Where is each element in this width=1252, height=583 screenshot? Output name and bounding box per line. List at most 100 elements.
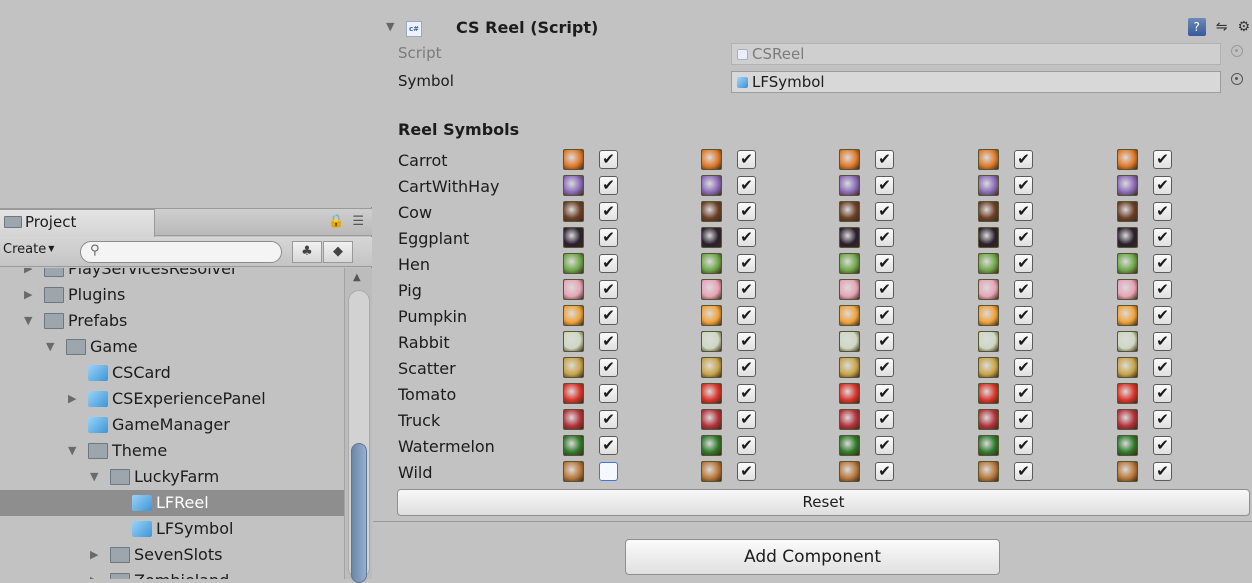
symbol-checkbox[interactable]: ✔ — [737, 306, 756, 325]
expanded-arrow-icon[interactable]: ▼ — [24, 308, 32, 334]
symbol-checkbox[interactable]: ✔ — [875, 358, 894, 377]
symbol-checkbox[interactable]: ✔ — [1153, 228, 1172, 247]
symbol-checkbox[interactable]: ✔ — [737, 384, 756, 403]
symbol-checkbox[interactable]: ✔ — [599, 384, 618, 403]
expanded-arrow-icon[interactable]: ▼ — [46, 334, 54, 360]
symbol-checkbox[interactable]: ✔ — [1014, 358, 1033, 377]
tree-item[interactable]: ▼ Prefabs — [0, 308, 345, 334]
symbol-checkbox[interactable]: ✔ — [737, 462, 756, 481]
symbol-checkbox[interactable]: ✔ — [737, 150, 756, 169]
layout-icon[interactable]: ⇋ — [1216, 19, 1228, 35]
symbol-checkbox[interactable]: ✔ — [599, 462, 618, 481]
object-picker-icon[interactable] — [1231, 73, 1243, 85]
symbol-checkbox[interactable]: ✔ — [599, 280, 618, 299]
symbol-checkbox[interactable]: ✔ — [1014, 254, 1033, 273]
symbol-checkbox[interactable]: ✔ — [737, 410, 756, 429]
symbol-checkbox[interactable]: ✔ — [599, 306, 618, 325]
symbol-checkbox[interactable]: ✔ — [737, 436, 756, 455]
tree-item[interactable]: ▼ Theme — [0, 438, 345, 464]
gear-icon[interactable]: ⚙ — [1237, 19, 1250, 35]
symbol-checkbox[interactable]: ✔ — [875, 228, 894, 247]
symbol-checkbox[interactable]: ✔ — [599, 202, 618, 221]
symbol-checkbox[interactable]: ✔ — [1014, 462, 1033, 481]
symbol-checkbox[interactable]: ✔ — [599, 436, 618, 455]
lock-icon[interactable]: 🔒 ☰ — [328, 214, 366, 229]
symbol-checkbox[interactable]: ✔ — [875, 436, 894, 455]
symbol-checkbox[interactable]: ✔ — [1153, 254, 1172, 273]
symbol-checkbox[interactable]: ✔ — [875, 410, 894, 429]
symbol-checkbox[interactable]: ✔ — [1014, 202, 1033, 221]
expanded-arrow-icon[interactable]: ▼ — [90, 464, 98, 490]
scroll-thumb[interactable] — [351, 443, 367, 583]
symbol-checkbox[interactable]: ✔ — [875, 462, 894, 481]
symbol-checkbox[interactable]: ✔ — [875, 202, 894, 221]
tab-project[interactable]: Project — [0, 209, 155, 237]
add-component-button[interactable]: Add Component — [625, 539, 1000, 575]
symbol-checkbox[interactable]: ✔ — [1014, 384, 1033, 403]
symbol-checkbox[interactable]: ✔ — [1014, 150, 1033, 169]
symbol-checkbox[interactable]: ✔ — [599, 228, 618, 247]
symbol-checkbox[interactable]: ✔ — [1014, 280, 1033, 299]
symbol-checkbox[interactable]: ✔ — [599, 150, 618, 169]
symbol-checkbox[interactable]: ✔ — [599, 332, 618, 351]
symbol-checkbox[interactable]: ✔ — [737, 176, 756, 195]
symbol-checkbox[interactable]: ✔ — [737, 358, 756, 377]
symbol-checkbox[interactable]: ✔ — [875, 332, 894, 351]
symbol-checkbox[interactable]: ✔ — [1153, 384, 1172, 403]
tree-item[interactable]: ▶ Plugins — [0, 282, 345, 308]
tree-item[interactable]: ▼ Game — [0, 334, 345, 360]
symbol-checkbox[interactable]: ✔ — [1014, 176, 1033, 195]
collapsed-arrow-icon[interactable]: ▶ — [24, 282, 32, 308]
symbol-checkbox[interactable]: ✔ — [1153, 436, 1172, 455]
foldout-arrow-icon[interactable]: ▼ — [386, 20, 394, 33]
create-dropdown[interactable]: Create ▼ — [3, 242, 54, 257]
tree-item[interactable]: LFSymbol — [0, 516, 345, 542]
symbol-checkbox[interactable]: ✔ — [1014, 436, 1033, 455]
symbol-checkbox[interactable]: ✔ — [875, 306, 894, 325]
symbol-checkbox[interactable]: ✔ — [1014, 410, 1033, 429]
expanded-arrow-icon[interactable]: ▼ — [68, 438, 76, 464]
symbol-checkbox[interactable]: ✔ — [599, 358, 618, 377]
symbol-checkbox[interactable]: ✔ — [1153, 306, 1172, 325]
tree-item[interactable]: ▼ LuckyFarm — [0, 464, 345, 490]
tree-item[interactable]: ▶ SevenSlots — [0, 542, 345, 568]
symbol-checkbox[interactable]: ✔ — [875, 176, 894, 195]
symbol-checkbox[interactable]: ✔ — [875, 280, 894, 299]
tree-item[interactable]: ▶ PlayServicesResolver — [0, 268, 345, 282]
tree-item[interactable]: ▶ CSExperiencePanel — [0, 386, 345, 412]
symbol-checkbox[interactable]: ✔ — [737, 280, 756, 299]
collapsed-arrow-icon[interactable]: ▶ — [90, 542, 98, 568]
help-icon[interactable]: ? — [1187, 18, 1206, 36]
tree-item[interactable]: ▶ Zombieland — [0, 568, 345, 579]
symbol-checkbox[interactable]: ✔ — [875, 150, 894, 169]
symbol-field[interactable]: LFSymbol — [731, 71, 1221, 93]
symbol-checkbox[interactable]: ✔ — [1153, 332, 1172, 351]
collapsed-arrow-icon[interactable]: ▶ — [68, 386, 76, 412]
reset-button[interactable]: Reset — [397, 489, 1250, 516]
symbol-checkbox[interactable]: ✔ — [599, 176, 618, 195]
symbol-checkbox[interactable]: ✔ — [599, 254, 618, 273]
symbol-checkbox[interactable]: ✔ — [737, 202, 756, 221]
symbol-checkbox[interactable]: ✔ — [1153, 202, 1172, 221]
symbol-checkbox[interactable]: ✔ — [737, 332, 756, 351]
symbol-checkbox[interactable]: ✔ — [875, 384, 894, 403]
symbol-checkbox[interactable]: ✔ — [599, 410, 618, 429]
symbol-checkbox[interactable]: ✔ — [1153, 176, 1172, 195]
symbol-checkbox[interactable]: ✔ — [1014, 228, 1033, 247]
tree-item[interactable]: LFReel — [0, 490, 345, 516]
filter-by-label-button[interactable]: ◆ — [323, 241, 353, 263]
symbol-checkbox[interactable]: ✔ — [1153, 280, 1172, 299]
symbol-checkbox[interactable]: ✔ — [1014, 306, 1033, 325]
collapsed-arrow-icon[interactable]: ▶ — [24, 268, 32, 282]
collapsed-arrow-icon[interactable]: ▶ — [90, 568, 98, 579]
search-input[interactable]: ⚲ — [80, 241, 282, 263]
tree-item[interactable]: GameManager — [0, 412, 345, 438]
symbol-checkbox[interactable]: ✔ — [1014, 332, 1033, 351]
tree-item[interactable]: CSCard — [0, 360, 345, 386]
symbol-checkbox[interactable]: ✔ — [1153, 410, 1172, 429]
symbol-checkbox[interactable]: ✔ — [737, 254, 756, 273]
symbol-checkbox[interactable]: ✔ — [737, 228, 756, 247]
symbol-checkbox[interactable]: ✔ — [1153, 358, 1172, 377]
project-scrollbar[interactable]: ▲ — [344, 268, 372, 583]
filter-by-type-button[interactable]: ♣ — [292, 241, 322, 263]
